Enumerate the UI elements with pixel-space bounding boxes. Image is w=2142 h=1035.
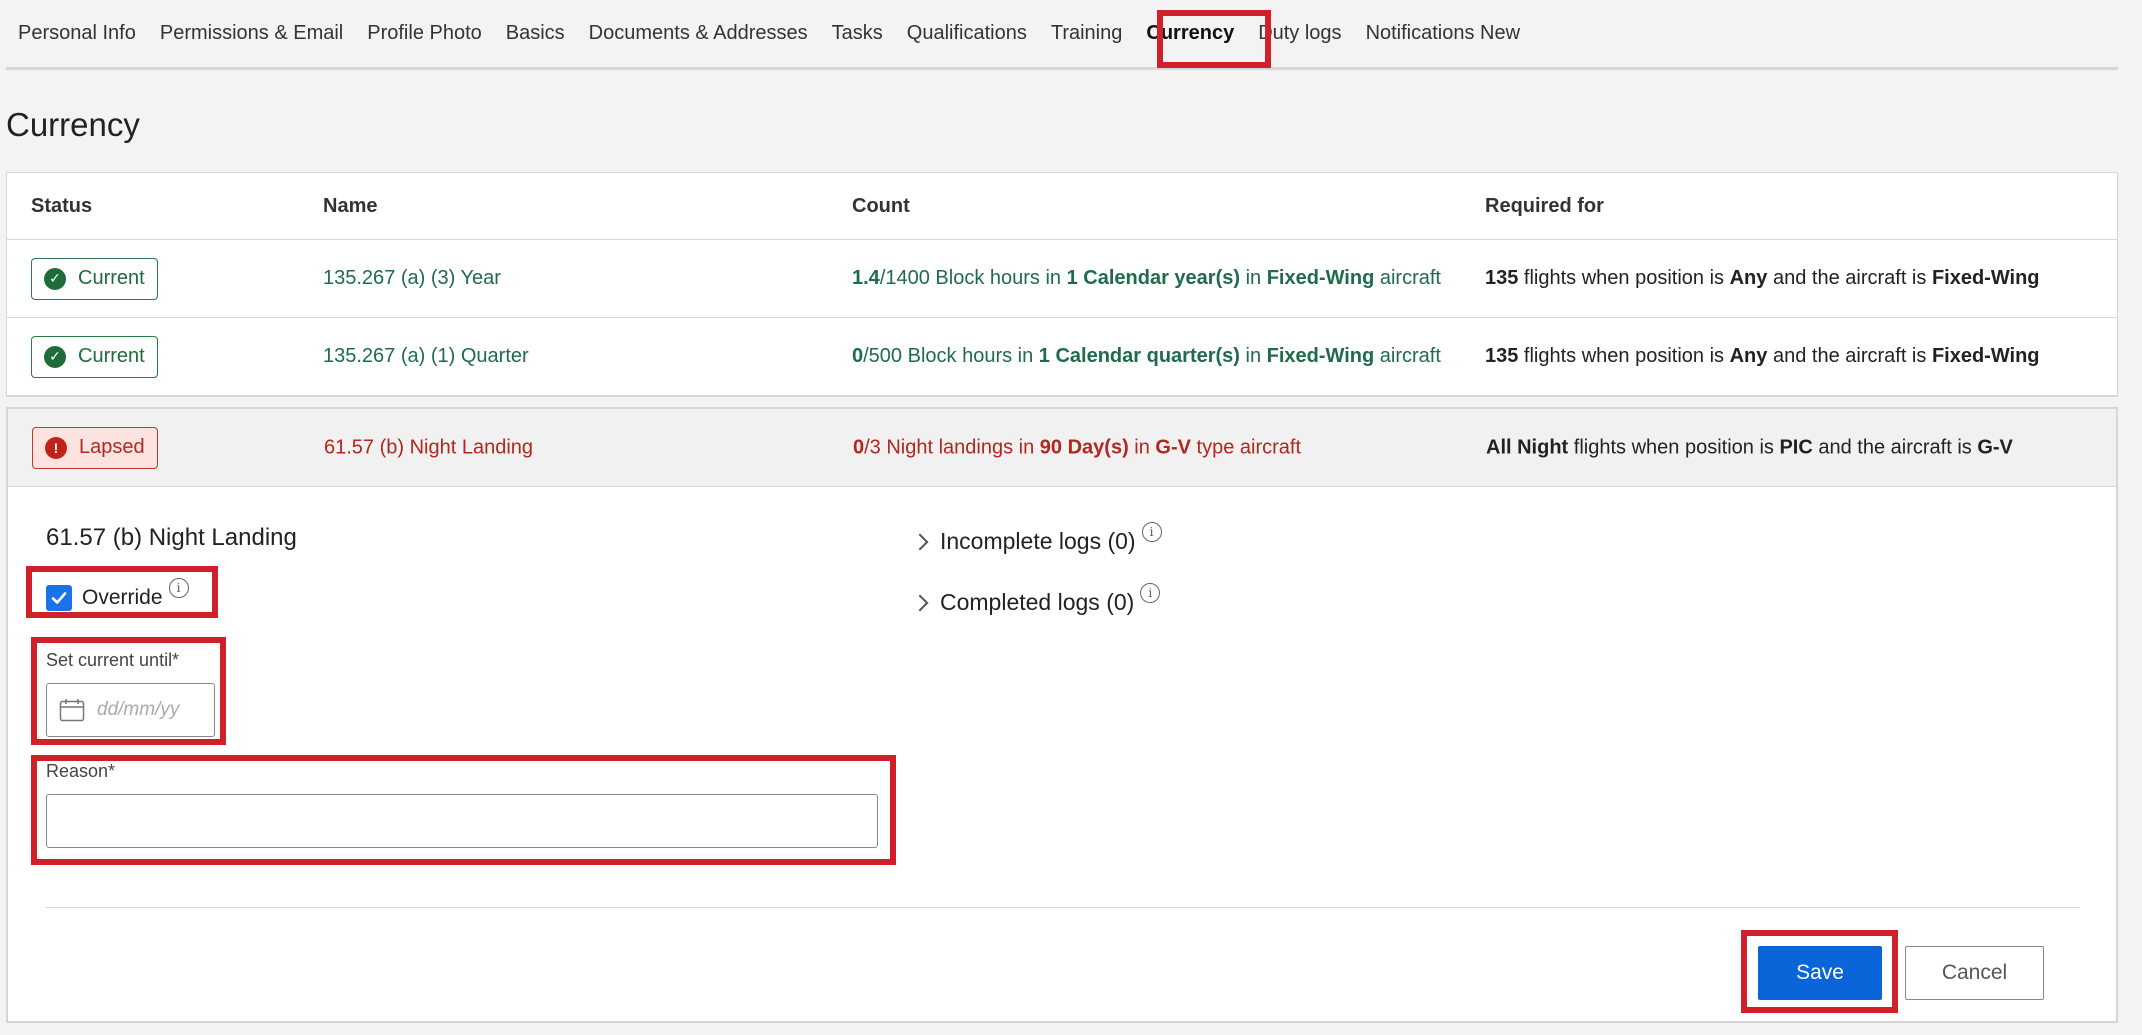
status-badge: ✓ Current bbox=[31, 335, 158, 378]
header-required-for: Required for bbox=[1485, 194, 1604, 217]
header-status: Status bbox=[31, 194, 93, 217]
calendar-icon bbox=[59, 699, 85, 722]
save-button[interactable]: Save bbox=[1758, 946, 1882, 1000]
page-title: Currency bbox=[6, 106, 140, 143]
completed-logs-toggle[interactable]: Completed logs (0) i bbox=[911, 582, 1161, 616]
header-count: Count bbox=[852, 194, 910, 217]
date-placeholder: dd/mm/yy bbox=[97, 699, 180, 720]
override-checkbox-row[interactable]: Override i bbox=[46, 578, 189, 611]
override-checkbox[interactable] bbox=[46, 585, 72, 611]
tab-bar: Personal Info Permissions & Email Profil… bbox=[6, 0, 2118, 70]
currency-name: 135.267 (a) (3) Year bbox=[323, 267, 501, 289]
header-name: Name bbox=[323, 194, 378, 217]
alert-circle-icon: ! bbox=[45, 436, 67, 459]
tab-permissions-email[interactable]: Permissions & Email bbox=[148, 6, 355, 62]
status-text: Current bbox=[78, 345, 145, 367]
info-icon[interactable]: i bbox=[1140, 582, 1161, 603]
incomplete-logs-label: Incomplete logs (0) bbox=[940, 528, 1136, 554]
check-circle-icon: ✓ bbox=[44, 267, 66, 290]
table-row-expanded[interactable]: ! Lapsed 61.57 (b) Night Landing 0/3 Nigh… bbox=[8, 409, 2116, 487]
chevron-right-icon bbox=[911, 533, 929, 550]
expanded-currency-panel: ! Lapsed 61.57 (b) Night Landing 0/3 Nigh… bbox=[6, 407, 2118, 1023]
status-text: Lapsed bbox=[79, 436, 145, 458]
currency-name: 61.57 (b) Night Landing bbox=[324, 436, 534, 458]
tab-personal-info[interactable]: Personal Info bbox=[6, 6, 148, 62]
status-badge: ✓ Current bbox=[31, 257, 158, 300]
reason-input[interactable] bbox=[46, 794, 878, 848]
override-label: Override bbox=[82, 586, 163, 609]
info-icon[interactable]: i bbox=[1141, 521, 1162, 542]
incomplete-logs-toggle[interactable]: Incomplete logs (0) i bbox=[911, 521, 1162, 555]
detail-title: 61.57 (b) Night Landing bbox=[46, 524, 297, 551]
status-badge: ! Lapsed bbox=[32, 426, 158, 469]
set-current-label: Set current until* bbox=[46, 650, 180, 670]
tab-documents-addresses[interactable]: Documents & Addresses bbox=[577, 6, 820, 62]
tab-duty-logs[interactable]: Duty logs bbox=[1246, 6, 1353, 62]
tab-notifications[interactable]: Notifications New bbox=[1354, 6, 1533, 62]
check-circle-icon: ✓ bbox=[44, 345, 66, 368]
cancel-button[interactable]: Cancel bbox=[1905, 946, 2044, 1000]
currency-name: 135.267 (a) (1) Quarter bbox=[323, 345, 529, 367]
currency-required-for: 135 flights when position is Any and the… bbox=[1485, 345, 2040, 367]
completed-logs-label: Completed logs (0) bbox=[940, 589, 1135, 615]
table-row[interactable]: ✓ Current 135.267 (a) (1) Quarter 0/500 B… bbox=[7, 318, 2117, 396]
reason-label: Reason* bbox=[46, 761, 116, 781]
tab-currency[interactable]: Currency bbox=[1134, 6, 1246, 62]
tab-training[interactable]: Training bbox=[1039, 6, 1135, 62]
currency-count: 0/500 Block hours in 1 Calendar quarter(… bbox=[852, 345, 1441, 367]
currency-required-for: All Night flights when position is PIC a… bbox=[1486, 436, 2013, 458]
chevron-right-icon bbox=[911, 594, 929, 611]
set-current-date-input[interactable]: dd/mm/yy bbox=[46, 683, 215, 737]
currency-count: 0/3 Night landings in 90 Day(s) in G-V t… bbox=[853, 436, 1302, 458]
tab-tasks[interactable]: Tasks bbox=[820, 6, 895, 62]
currency-required-for: 135 flights when position is Any and the… bbox=[1485, 267, 2040, 289]
tab-profile-photo[interactable]: Profile Photo bbox=[355, 6, 494, 62]
tab-basics[interactable]: Basics bbox=[494, 6, 577, 62]
currency-table: Status Name Count Required for ✓ Current … bbox=[6, 172, 2118, 397]
status-text: Current bbox=[78, 267, 145, 289]
table-header-row: Status Name Count Required for bbox=[7, 173, 2117, 240]
tab-qualifications[interactable]: Qualifications bbox=[895, 6, 1039, 62]
info-icon[interactable]: i bbox=[168, 578, 189, 598]
divider bbox=[46, 907, 2080, 908]
currency-count: 1.4/1400 Block hours in 1 Calendar year(… bbox=[852, 267, 1441, 289]
checkmark-icon bbox=[51, 592, 67, 604]
table-row[interactable]: ✓ Current 135.267 (a) (3) Year 1.4/1400 B… bbox=[7, 240, 2117, 318]
